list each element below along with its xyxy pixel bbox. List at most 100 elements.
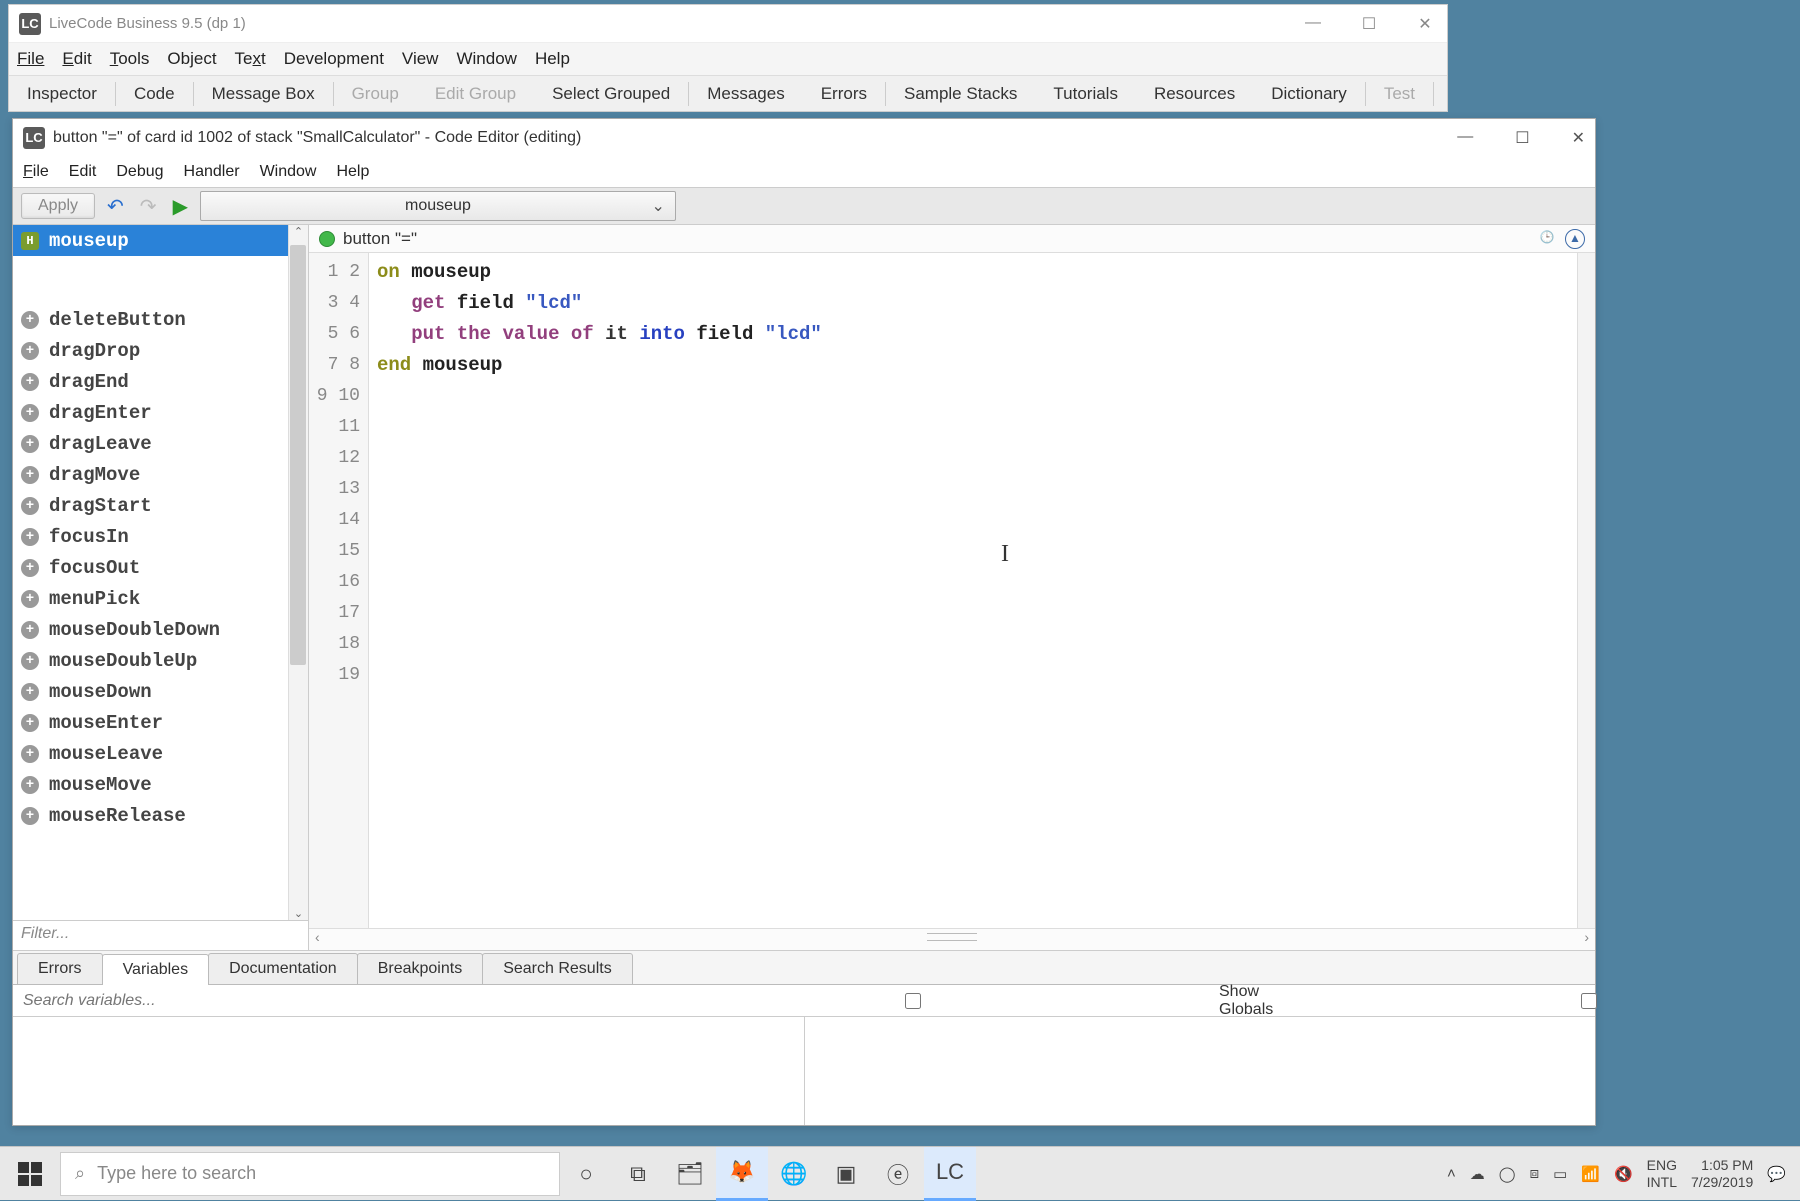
cortana-icon[interactable]: ○ <box>560 1147 612 1201</box>
maximize-button[interactable]: ☐ <box>1357 14 1381 34</box>
menu-debug[interactable]: Debug <box>116 163 163 181</box>
handler-label: mouseup <box>49 230 129 252</box>
handler-item-mouseMove[interactable]: +mouseMove <box>13 769 308 800</box>
tray-language[interactable]: ENGINTL <box>1647 1157 1677 1191</box>
menu-text[interactable]: Text <box>235 49 266 69</box>
tray-battery-icon[interactable]: ▭ <box>1553 1165 1567 1183</box>
explorer-icon[interactable]: 🗂 <box>664 1147 716 1201</box>
code-text[interactable]: on mouseup get field "lcd" put the value… <box>369 253 1595 928</box>
tb-test[interactable]: Test <box>1366 84 1433 104</box>
tray-dropbox-icon[interactable]: ⧈ <box>1530 1165 1540 1182</box>
ide-window-controls: — ☐ ✕ <box>1301 14 1437 34</box>
windows-taskbar: ⌕ Type here to search ○ ⧉ 🗂 🦊 🌐 ▣ ⓔ LC ˄… <box>0 1146 1800 1200</box>
tb-resources[interactable]: Resources <box>1136 84 1253 104</box>
windows-logo-icon <box>18 1162 42 1186</box>
tab-search-results[interactable]: Search Results <box>482 953 633 984</box>
tray-volume-icon[interactable]: 🔇 <box>1614 1165 1633 1183</box>
apply-button[interactable]: Apply <box>21 193 95 219</box>
edge-icon[interactable]: 🌐 <box>768 1147 820 1201</box>
clock-icon[interactable]: 🕒 <box>1537 229 1557 249</box>
handler-item-menuPick[interactable]: +menuPick <box>13 583 308 614</box>
handler-item-mouseDoubleUp[interactable]: +mouseDoubleUp <box>13 645 308 676</box>
tb-message-box[interactable]: Message Box <box>194 84 333 104</box>
add-handler-icon: + <box>21 652 39 670</box>
menu-help[interactable]: Help <box>336 163 369 181</box>
tray-clock[interactable]: 1:05 PM7/29/2019 <box>1691 1157 1753 1191</box>
livecode-app-icon: LC <box>23 127 45 149</box>
start-button[interactable] <box>0 1147 60 1201</box>
handler-item-dragEnter[interactable]: +dragEnter <box>13 397 308 428</box>
handler-item-dragMove[interactable]: +dragMove <box>13 459 308 490</box>
tray-wifi-icon[interactable]: 📶 <box>1581 1165 1600 1183</box>
undo-icon[interactable]: ↶ <box>103 194 128 219</box>
code-scrollbar-horizontal[interactable] <box>309 928 1595 950</box>
menu-object[interactable]: Object <box>167 49 216 69</box>
tb-tutorials[interactable]: Tutorials <box>1035 84 1136 104</box>
menu-window[interactable]: Window <box>456 49 516 69</box>
add-handler-icon: + <box>21 807 39 825</box>
breadcrumb[interactable]: button "=" <box>343 229 417 249</box>
menu-development[interactable]: Development <box>284 49 384 69</box>
menu-help[interactable]: Help <box>535 49 570 69</box>
close-button[interactable]: ✕ <box>1572 128 1585 148</box>
menu-tools[interactable]: Tools <box>110 49 150 69</box>
emacs-icon[interactable]: ⓔ <box>872 1147 924 1201</box>
taskview-icon[interactable]: ⧉ <box>612 1147 664 1201</box>
handler-scrollbar[interactable] <box>288 225 308 920</box>
firefox-icon[interactable]: 🦊 <box>716 1147 768 1201</box>
handler-item-focusOut[interactable]: +focusOut <box>13 552 308 583</box>
terminal-icon[interactable]: ▣ <box>820 1147 872 1201</box>
handler-item-dragDrop[interactable]: +dragDrop <box>13 335 308 366</box>
tab-documentation[interactable]: Documentation <box>208 953 358 984</box>
handler-item-mouseDoubleDown[interactable]: +mouseDoubleDown <box>13 614 308 645</box>
menu-file[interactable]: File <box>17 49 44 69</box>
handler-item-dragLeave[interactable]: +dragLeave <box>13 428 308 459</box>
run-icon[interactable]: ▶ <box>169 194 192 219</box>
menu-window[interactable]: Window <box>260 163 317 181</box>
add-handler-icon: + <box>21 311 39 329</box>
tb-sample-stacks[interactable]: Sample Stacks <box>886 84 1035 104</box>
handler-item-dragEnd[interactable]: +dragEnd <box>13 366 308 397</box>
handler-item-focusIn[interactable]: +focusIn <box>13 521 308 552</box>
tb-dictionary[interactable]: Dictionary <box>1253 84 1365 104</box>
tab-breakpoints[interactable]: Breakpoints <box>357 953 484 984</box>
handler-item-mouseup[interactable]: H mouseup <box>13 225 308 256</box>
tray-onedrive-icon[interactable]: ☁ <box>1470 1165 1485 1183</box>
tab-variables[interactable]: Variables <box>102 954 210 985</box>
handler-item-deleteButton[interactable]: + deleteButton <box>13 304 308 335</box>
tb-code[interactable]: Code <box>116 84 193 104</box>
add-handler-icon: + <box>21 528 39 546</box>
redo-icon[interactable]: ↷ <box>136 194 161 219</box>
livecode-taskbar-icon[interactable]: LC <box>924 1147 976 1201</box>
close-button[interactable]: ✕ <box>1413 14 1437 34</box>
collapse-icon[interactable]: ▲ <box>1565 229 1585 249</box>
tb-messages[interactable]: Messages <box>689 84 802 104</box>
variables-search-row: Show Globals Show Environment Vars <box>13 985 1595 1017</box>
menu-edit[interactable]: Edit <box>62 49 91 69</box>
menu-edit[interactable]: Edit <box>69 163 97 181</box>
tb-inspector[interactable]: Inspector <box>9 84 115 104</box>
handler-item-mouseRelease[interactable]: +mouseRelease <box>13 800 308 831</box>
menu-view[interactable]: View <box>402 49 439 69</box>
tray-chevron-icon[interactable]: ˄ <box>1447 1165 1456 1182</box>
menu-handler[interactable]: Handler <box>184 163 240 181</box>
maximize-button[interactable]: ☐ <box>1515 128 1529 148</box>
tb-select-grouped[interactable]: Select Grouped <box>534 84 688 104</box>
handler-filter-input[interactable]: Filter... <box>13 920 308 950</box>
handler-dropdown[interactable]: mouseup <box>200 191 676 221</box>
variables-search-input[interactable] <box>13 992 613 1010</box>
tray-app-icon[interactable]: ◯ <box>1499 1165 1516 1183</box>
tb-errors[interactable]: Errors <box>803 84 885 104</box>
handler-item-mouseLeave[interactable]: +mouseLeave <box>13 738 308 769</box>
minimize-button[interactable]: — <box>1301 14 1325 34</box>
tab-errors[interactable]: Errors <box>17 953 103 984</box>
code-scrollbar-vertical[interactable] <box>1577 253 1595 928</box>
handler-label: deleteButton <box>49 309 186 331</box>
handler-item-mouseEnter[interactable]: +mouseEnter <box>13 707 308 738</box>
handler-item-mouseDown[interactable]: +mouseDown <box>13 676 308 707</box>
taskbar-search[interactable]: ⌕ Type here to search <box>60 1152 560 1196</box>
menu-file[interactable]: File <box>23 163 49 181</box>
handler-item-dragStart[interactable]: +dragStart <box>13 490 308 521</box>
minimize-button[interactable]: — <box>1457 128 1473 148</box>
tray-notifications-icon[interactable]: 💬 <box>1767 1165 1786 1183</box>
